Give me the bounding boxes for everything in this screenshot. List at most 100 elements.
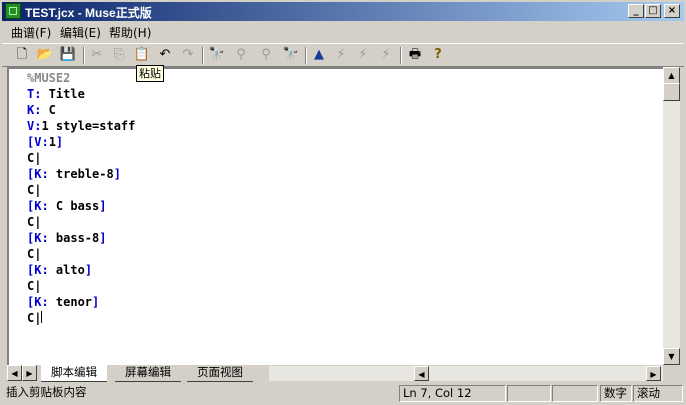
find-binoculars-icon[interactable]: 🔭 [208, 46, 226, 64]
script-line[interactable]: C| [27, 278, 41, 294]
script-token: tenor [48, 295, 93, 309]
play-all-icon[interactable]: ⚡ [354, 46, 372, 64]
script-token: C| [27, 215, 42, 229]
paste-icon[interactable]: 📋 [133, 46, 151, 64]
script-line[interactable]: [K: bass-8] [27, 230, 107, 246]
menu-help[interactable]: 帮助(H) [109, 24, 151, 41]
new-file-icon[interactable]: 🗋 [13, 46, 31, 64]
muse-app-icon[interactable] [5, 3, 21, 19]
toolbar-separator [305, 47, 307, 64]
script-line[interactable]: C| [27, 182, 41, 198]
cut-icon[interactable]: ✂ [88, 46, 106, 64]
scroll-thumb[interactable] [663, 83, 680, 101]
horizontal-scrollbar[interactable]: ◀ ▶ [269, 366, 663, 381]
close-button[interactable]: × [664, 4, 680, 18]
tab-script-edit[interactable]: 脚本编辑 [41, 365, 107, 382]
app-window: TEST.jcx - Muse正式版 _ □ × 曲谱(F) 编辑(E) 帮助(… [0, 0, 686, 405]
status-panel-empty [507, 385, 551, 402]
script-line[interactable]: C| [27, 214, 41, 230]
script-token: %MUSE2 [27, 71, 71, 85]
script-token: alto [48, 263, 85, 277]
script-line[interactable]: C| [27, 310, 43, 326]
tab-screen-edit[interactable]: 屏幕编辑 [115, 365, 181, 382]
script-token: [K: [27, 231, 49, 245]
script-line[interactable]: K: C [27, 102, 56, 118]
script-line[interactable]: [K: tenor] [27, 294, 99, 310]
window-title: TEST.jcx - Muse正式版 [25, 6, 152, 20]
script-token: C| [27, 311, 42, 325]
script-line[interactable]: [V:1] [27, 134, 63, 150]
script-token: C| [27, 279, 42, 293]
script-token: bass-8 [48, 231, 100, 245]
script-line[interactable]: T: Title [27, 86, 85, 102]
script-token: [V: [27, 135, 49, 149]
script-token: treble-8 [48, 167, 114, 181]
copy-icon[interactable]: ⎘ [110, 46, 128, 64]
text-caret [41, 311, 43, 323]
redo-icon[interactable]: ↷ [179, 46, 197, 64]
script-token: C [41, 103, 56, 117]
hscroll-left-icon[interactable]: ◀ [414, 366, 429, 381]
script-token: [K: [27, 263, 49, 277]
script-token: C| [27, 151, 42, 165]
menu-bar: 曲谱(F) 编辑(E) 帮助(H) [2, 22, 684, 42]
menu-edit[interactable]: 编辑(E) [60, 24, 101, 41]
replace-icon[interactable]: ⚲ [257, 46, 275, 64]
script-line[interactable]: C| [27, 246, 41, 262]
status-bar: 插入剪贴板内容 Ln 7, Col 12 数字 滚动 [0, 384, 686, 405]
menu-score[interactable]: 曲谱(F) [11, 24, 51, 41]
paste-tooltip: 粘贴 [136, 65, 164, 82]
script-token: C bass [48, 199, 100, 213]
script-token: [K: [27, 167, 49, 181]
hscroll-right-icon[interactable]: ▶ [646, 366, 661, 381]
toolbar-separator [83, 47, 85, 64]
script-token: 1 style=staff [41, 119, 136, 133]
script-token: ] [113, 167, 121, 181]
title-bar[interactable]: TEST.jcx - Muse正式版 _ □ × [2, 2, 684, 21]
toolbar-separator [400, 47, 402, 64]
status-scroll: 滚动 [633, 385, 683, 402]
script-token: T: [27, 87, 42, 101]
script-line[interactable]: [K: alto] [27, 262, 92, 278]
script-line[interactable]: [K: C bass] [27, 198, 107, 214]
script-token: ] [92, 295, 100, 309]
play-icon[interactable]: ▲ [310, 46, 328, 64]
save-icon[interactable]: 💾 [59, 46, 77, 64]
status-panel-empty [552, 385, 598, 402]
status-message: 插入剪贴板内容 [6, 385, 87, 399]
script-editor[interactable]: %MUSE2 T: Title K: C V:1 style=staff [V:1] C|… [7, 67, 663, 365]
script-token: [K: [27, 295, 49, 309]
script-token: ] [55, 135, 64, 149]
scroll-up-icon[interactable]: ▲ [663, 67, 680, 84]
script-token: Title [41, 87, 85, 101]
print-icon[interactable]: 🖶 [406, 46, 424, 64]
script-token: K: [27, 103, 42, 117]
tab-scroll-right-icon[interactable]: ▶ [22, 365, 37, 381]
stop-icon[interactable]: ⚡ [377, 46, 395, 64]
tab-scroll-left-icon[interactable]: ◀ [7, 365, 22, 381]
status-cursor-position: Ln 7, Col 12 [399, 385, 506, 402]
script-token: ] [99, 199, 107, 213]
script-line[interactable]: %MUSE2 [27, 70, 70, 86]
toolbar: 🗋 📂 💾 ✂ ⎘ 📋 ↶ ↷ 🔭 ⚲ ⚲ 🔭 ▲ ⚡ ⚡ ⚡ 🖶 ? [2, 43, 684, 67]
minimize-button[interactable]: _ [628, 4, 644, 18]
find-next-icon[interactable]: ⚲ [232, 46, 250, 64]
script-token: ] [84, 263, 93, 277]
undo-icon[interactable]: ↶ [156, 46, 174, 64]
find-red-binoculars-icon[interactable]: 🔭 [282, 46, 300, 64]
script-token: [K: [27, 199, 49, 213]
vertical-scrollbar[interactable]: ▲ ▼ [663, 67, 680, 365]
scroll-down-icon[interactable]: ▼ [663, 348, 680, 365]
help-icon[interactable]: ? [429, 46, 447, 64]
script-token: 1 [48, 135, 56, 149]
script-line[interactable]: V:1 style=staff [27, 118, 135, 134]
tab-page-view[interactable]: 页面视图 [187, 365, 253, 382]
script-line[interactable]: [K: treble-8] [27, 166, 121, 182]
script-token: C| [27, 183, 42, 197]
open-folder-icon[interactable]: 📂 [36, 46, 54, 64]
maximize-button[interactable]: □ [645, 4, 661, 18]
script-line[interactable]: C| [27, 150, 41, 166]
view-tab-strip: ◀ ▶ 脚本编辑 屏幕编辑 页面视图 ◀ ▶ [7, 365, 680, 382]
play-voice-icon[interactable]: ⚡ [332, 46, 350, 64]
script-token: C| [27, 247, 42, 261]
